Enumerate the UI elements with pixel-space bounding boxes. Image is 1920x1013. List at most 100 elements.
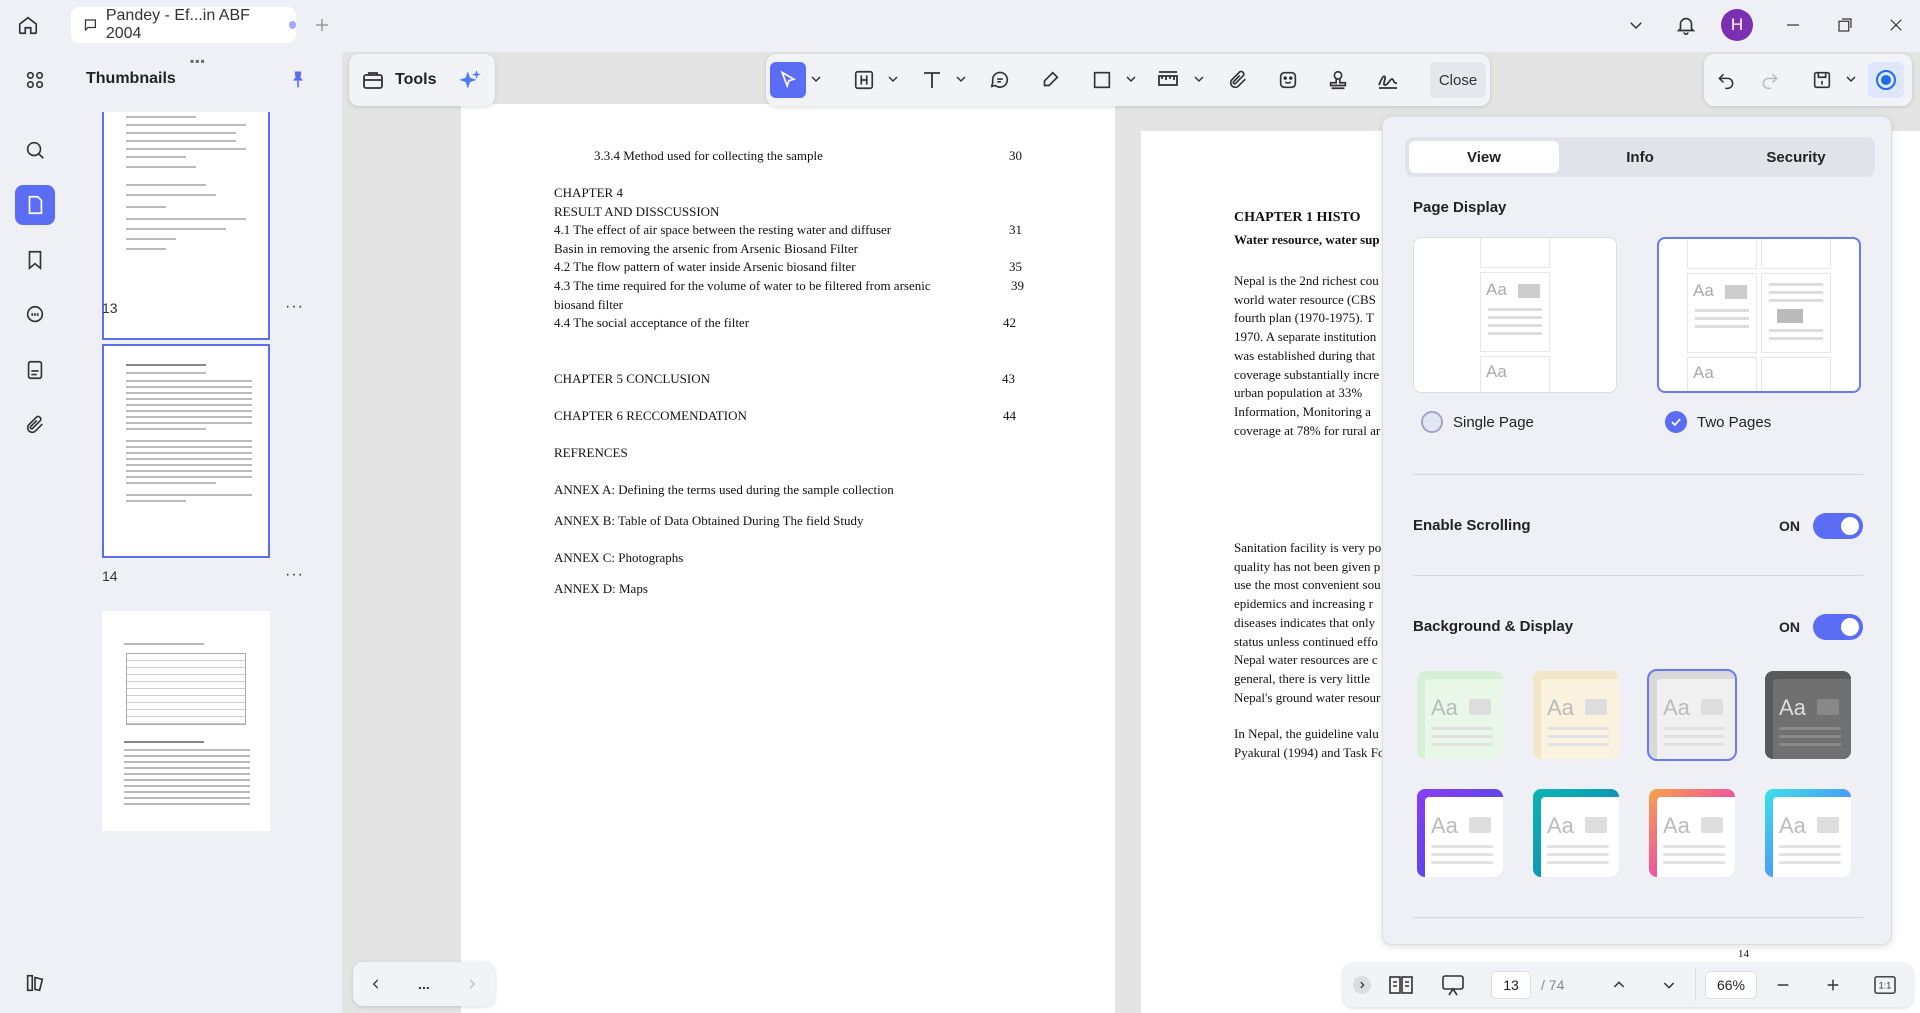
text-tool[interactable] [914,62,950,98]
search-icon[interactable] [15,130,55,170]
zoom-level[interactable]: 66% [1705,971,1757,999]
stamp-tool[interactable] [1320,62,1356,98]
drag-handle-icon[interactable]: ▪▪▪ [190,54,206,68]
thumbnails-icon[interactable] [15,185,55,225]
single-page-radio[interactable] [1421,411,1443,433]
left-rail [0,50,70,1013]
zoom-out-icon[interactable] [1767,967,1799,1003]
enable-scrolling-toggle[interactable] [1813,513,1863,539]
tools-button[interactable]: Tools [395,71,436,89]
bell-icon[interactable] [1668,7,1704,43]
thumbnail-more-button[interactable]: ··· [285,566,304,584]
highlighter-tool[interactable] [1032,62,1068,98]
more-pages-button[interactable]: ... [409,966,439,1002]
thumbnail-page-13[interactable] [102,112,270,340]
toc-line: 4.1 The effect of air space between the … [554,222,892,237]
comments-icon[interactable] [15,295,55,335]
svg-text:1:1: 1:1 [1879,981,1892,991]
chevron-down-icon[interactable] [1846,74,1856,84]
measure-tool[interactable] [1150,62,1186,98]
undo-icon[interactable] [1708,62,1744,98]
theme-dark[interactable]: Aa [1765,671,1851,759]
apps-icon[interactable] [15,60,55,100]
close-toolbar-button[interactable]: Close [1430,62,1486,98]
two-pages-option[interactable]: Aa Aa [1657,237,1861,393]
heading-tool[interactable] [846,62,882,98]
avatar[interactable]: H [1721,9,1753,41]
theme-teal[interactable]: Aa [1533,789,1619,877]
toc-line: 3.3.4 Method used for collecting the sam… [594,148,823,163]
chevron-right-icon[interactable] [457,966,487,1002]
panel-layout-icon[interactable] [15,963,55,1003]
new-tab-icon[interactable] [304,7,340,43]
two-pages-radio[interactable] [1665,411,1687,433]
attachment-icon[interactable] [15,405,55,445]
save-icon[interactable] [1804,62,1840,98]
home-icon[interactable] [10,7,46,43]
presentation-icon[interactable] [1435,967,1471,1003]
comment-tool[interactable] [982,62,1018,98]
attach-tool[interactable] [1220,62,1256,98]
shape-tool[interactable] [1084,62,1120,98]
redo-icon[interactable] [1752,62,1788,98]
theme-sunset[interactable]: Aa [1649,789,1735,877]
zoom-in-icon[interactable] [1817,967,1849,1003]
title-bar: Pandey - Ef...in ABF 2004 H [0,0,1920,50]
paragraph-line: status unless continued effo [1234,633,1378,649]
expand-status-icon[interactable] [1347,967,1377,1003]
chevron-down-icon[interactable] [1618,7,1654,43]
tab-view[interactable]: View [1409,141,1559,173]
paragraph-line: quality has not been given p [1234,558,1381,574]
section-heading: Water resource, water sup [1234,232,1380,247]
current-page-input[interactable]: 13 [1491,971,1531,999]
thumbnail-page-14[interactable] [102,344,270,558]
theme-sample-text: Aa [1663,695,1690,720]
chevron-down-icon[interactable] [956,74,966,84]
minimize-icon[interactable] [1775,7,1811,43]
page-layout-icon[interactable] [1383,967,1419,1003]
chevron-down-icon[interactable] [888,74,898,84]
single-page-option[interactable]: Aa Aa [1413,237,1617,393]
unsaved-dot [288,21,297,29]
thumbnail-more-button[interactable]: ··· [285,298,304,316]
actual-size-icon[interactable]: 1:1 [1867,967,1903,1003]
theme-gray[interactable]: Aa [1647,669,1737,761]
sticker-tool[interactable] [1270,62,1306,98]
restore-icon[interactable] [1827,7,1863,43]
toolbox-icon[interactable] [361,68,385,92]
tab-security[interactable]: Security [1721,141,1871,173]
document-properties-panel: View Info Security Page Display Aa Aa Aa [1382,116,1892,945]
close-window-icon[interactable] [1878,7,1914,43]
panel-tabs: View Info Security [1405,137,1875,177]
divider [1413,474,1863,475]
bookmark-icon[interactable] [15,240,55,280]
thumbnail-page-15[interactable] [102,611,270,831]
theme-sample-text: Aa [1663,813,1690,838]
ai-sparkle-icon[interactable] [457,68,483,94]
theme-beige[interactable]: Aa [1533,671,1619,759]
enable-scrolling-label: Enable Scrolling [1413,517,1531,534]
chevron-down-icon[interactable] [1126,74,1136,84]
signature-tool[interactable] [1370,62,1406,98]
chevron-left-icon[interactable] [361,966,391,1002]
theme-sky[interactable]: Aa [1765,789,1851,877]
toc-line: 4.3 The time required for the volume of … [554,278,931,293]
tab-info[interactable]: Info [1565,141,1715,173]
next-page-icon[interactable] [1653,967,1685,1003]
document-page-13: 3.3.4 Method used for collecting the sam… [461,104,1115,1013]
paragraph-line: Information, Monitoring a [1234,403,1371,419]
document-tab[interactable]: Pandey - Ef...in ABF 2004 [71,7,297,43]
chevron-down-icon[interactable] [1194,74,1204,84]
toc-page-num: 42 [1003,315,1016,330]
previous-page-icon[interactable] [1603,967,1635,1003]
theme-green[interactable]: Aa [1417,671,1503,759]
chevron-down-icon[interactable] [811,74,821,84]
background-display-toggle[interactable] [1813,614,1863,640]
pin-icon[interactable] [288,68,308,90]
divider [1413,917,1863,918]
theme-purple[interactable]: Aa [1417,789,1503,877]
form-icon[interactable] [15,350,55,390]
select-tool[interactable] [770,62,806,98]
toc-line: RESULT AND DISSCUSSION [554,204,720,219]
properties-icon[interactable] [1868,62,1904,98]
